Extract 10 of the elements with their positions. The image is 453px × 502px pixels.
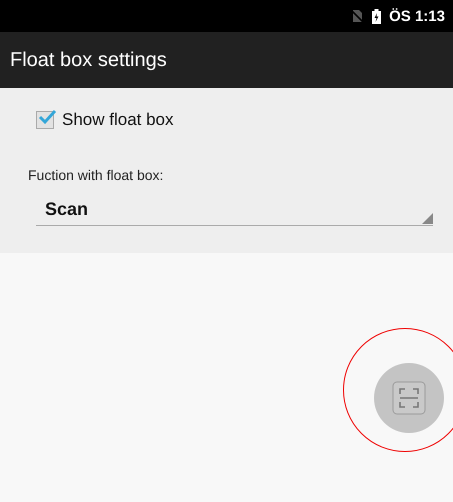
checkbox[interactable] [36,111,54,129]
clock-time: ÖS 1:13 [389,8,445,24]
screen-title: Float box settings [10,48,167,72]
scan-frame-icon [392,381,426,415]
function-dropdown[interactable]: Scan [36,193,433,226]
dropdown-corner-icon [422,213,433,224]
checkbox-label[interactable]: Show float box [62,110,174,130]
no-sim-icon [350,9,364,23]
function-label: Fuction with float box: [28,167,164,183]
battery-charging-icon [372,8,382,24]
